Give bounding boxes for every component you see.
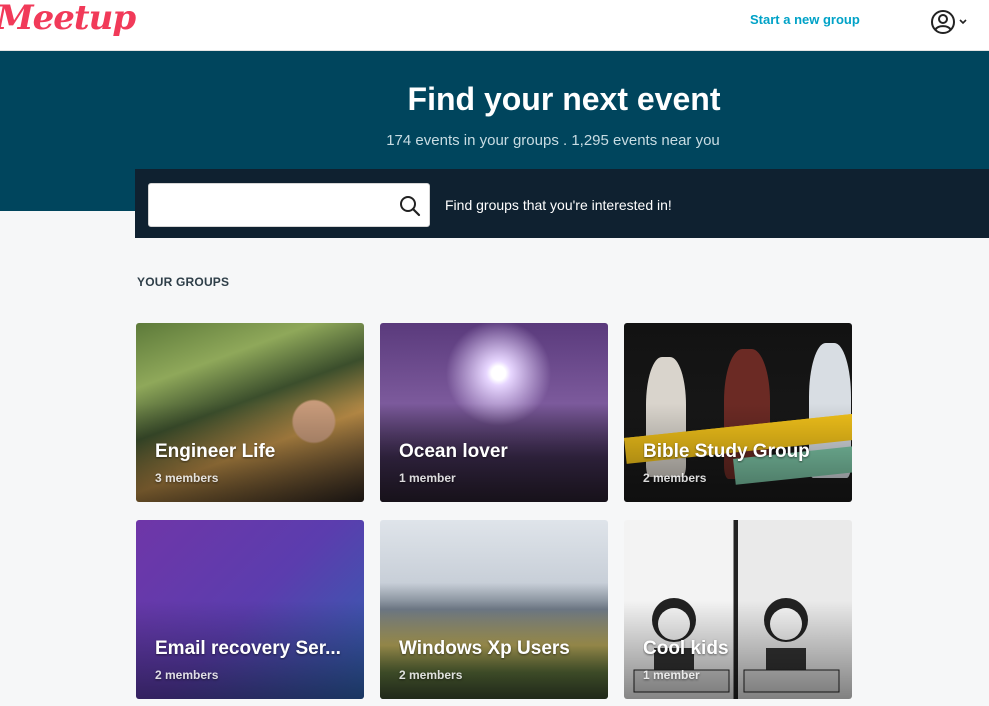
group-card-windows-xp-users[interactable]: Windows Xp Users 2 members: [380, 520, 608, 699]
group-card-cool-kids[interactable]: Cool kids 1 member: [624, 520, 852, 699]
group-name: Engineer Life: [155, 441, 276, 462]
group-name: Bible Study Group: [643, 441, 810, 462]
group-name: Windows Xp Users: [399, 638, 570, 659]
group-name: Email recovery Ser...: [155, 638, 341, 659]
group-member-count: 2 members: [399, 668, 463, 682]
user-avatar-icon: [931, 10, 967, 34]
search-hint-text: Find groups that you're interested in!: [445, 197, 672, 213]
group-search-input[interactable]: [148, 183, 430, 227]
start-new-group-link[interactable]: Start a new group: [750, 12, 860, 27]
page-title: Find your next event: [407, 81, 721, 117]
group-name: Ocean lover: [399, 441, 508, 462]
group-member-count: 1 member: [399, 471, 456, 485]
group-member-count: 2 members: [643, 471, 707, 485]
group-member-count: 1 member: [643, 668, 700, 682]
meetup-logo[interactable]: Meetup: [0, 0, 136, 38]
group-card-email-recovery[interactable]: Email recovery Ser... 2 members: [136, 520, 364, 699]
profile-menu-button[interactable]: [929, 8, 973, 36]
group-card-ocean-lover[interactable]: Ocean lover 1 member: [380, 323, 608, 502]
group-name: Cool kids: [643, 638, 729, 659]
group-member-count: 3 members: [155, 471, 219, 485]
chevron-down-icon: [959, 19, 967, 25]
search-icon[interactable]: [399, 195, 421, 217]
group-member-count: 2 members: [155, 668, 219, 682]
top-navigation-bar: Meetup Start a new group: [0, 0, 989, 51]
group-card-bible-study-group[interactable]: Bible Study Group 2 members: [624, 323, 852, 502]
events-summary: 174 events in your groups . 1,295 events…: [386, 132, 720, 149]
group-card-engineer-life[interactable]: Engineer Life 3 members: [136, 323, 364, 502]
your-groups-heading: YOUR GROUPS: [137, 275, 230, 289]
